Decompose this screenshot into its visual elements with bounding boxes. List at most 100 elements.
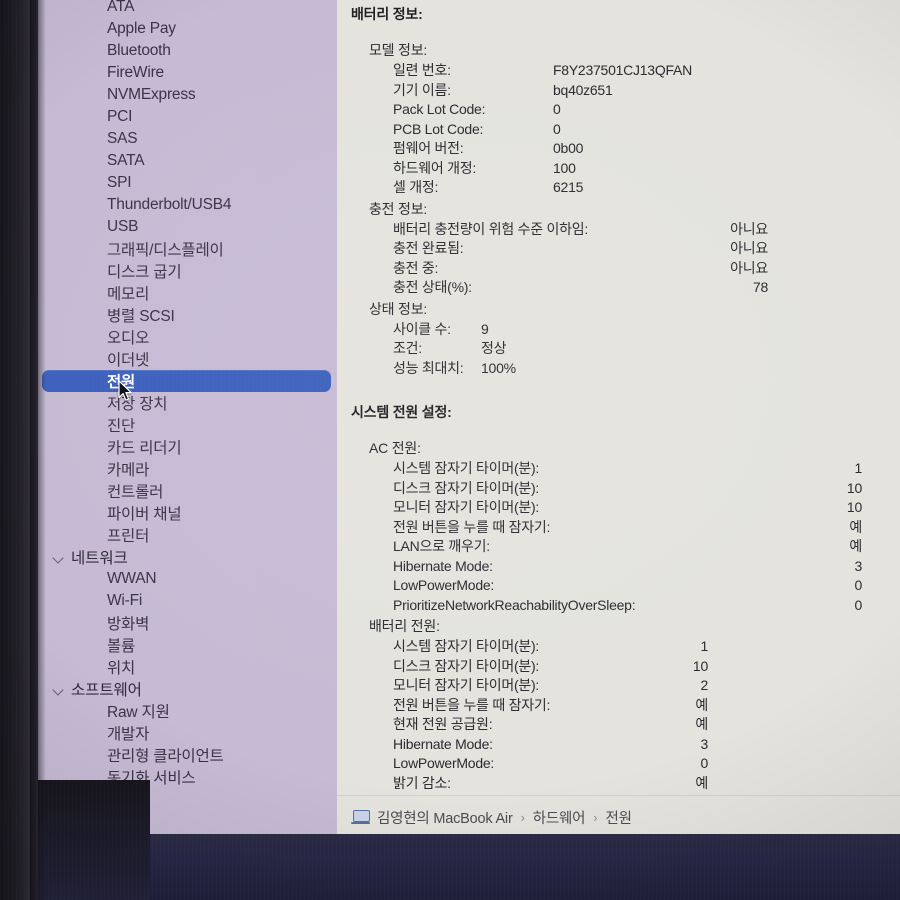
sidebar-item-Raw 지원[interactable]: Raw 지원	[42, 700, 331, 722]
sidebar-item-label: PCI	[107, 108, 133, 125]
info-row-key: 조건:	[393, 340, 422, 356]
info-row-key: 성능 최대치:	[393, 359, 464, 376]
breadcrumb-category[interactable]: 하드웨어	[533, 807, 586, 828]
sidebar-item-메모리[interactable]: 메모리	[42, 282, 331, 304]
sidebar-item-위치[interactable]: 위치	[42, 656, 331, 678]
breadcrumb-device[interactable]: 김영현의 MacBook Air	[377, 807, 513, 828]
sidebar-item-SAS[interactable]: SAS	[42, 128, 331, 150]
info-row-key: Pack Lot Code:	[393, 101, 486, 117]
sidebar-item-FireWire[interactable]: FireWire	[42, 62, 331, 84]
info-row: 충전 상태(%): 78	[393, 278, 768, 298]
sidebar-item-label: 병렬 SCSI	[107, 308, 175, 325]
sidebar-item-label: 카메라	[107, 462, 150, 479]
info-row-key: LowPowerMode:	[393, 577, 495, 593]
info-row-value: 10	[692, 657, 708, 674]
info-row-value: 예	[849, 538, 862, 554]
sidebar-item-Apple Pay[interactable]: Apple Pay	[42, 18, 331, 40]
info-row: 현재 전원 공급원: 예	[393, 715, 708, 735]
info-row-key: 충전 완료됨:	[393, 240, 464, 256]
info-row-key: PCB Lot Code:	[393, 120, 484, 137]
sidebar-item-label: 저장 장치	[107, 396, 168, 413]
sidebar-item-병렬 SCSI[interactable]: 병렬 SCSI	[42, 304, 331, 326]
chevron-right-icon: ›	[520, 809, 525, 825]
sidebar-item-볼륨[interactable]: 볼륨	[42, 634, 331, 656]
sidebar-item-컨트롤러[interactable]: 컨트롤러	[42, 480, 331, 502]
system-information-window: 하드웨어 ATA Apple Pay Bluetooth FireWire NVMExpr…	[36, 0, 900, 838]
sidebar-item-label: NVMExpress	[107, 86, 196, 103]
sidebar-item-ATA[interactable]: ATA	[42, 0, 331, 18]
info-row: 디스크 잠자기 타이머(분): 10	[393, 657, 708, 677]
sidebar-item-WWAN[interactable]: WWAN	[42, 568, 331, 590]
info-row: PrioritizeNetworkReachabilityOverSleep: 0	[393, 596, 862, 616]
sidebar-item-PCI[interactable]: PCI	[42, 106, 331, 128]
sidebar-item-label: 위치	[107, 660, 136, 677]
sidebar-item-디스크 굽기[interactable]: 디스크 굽기	[42, 260, 331, 282]
info-row: 디스크 잠자기 타이머(분): 10	[393, 479, 862, 499]
info-row: 성능 최대치: 100%	[393, 359, 886, 379]
sidebar-item-Bluetooth[interactable]: Bluetooth	[42, 40, 331, 62]
ac-power-rows: 시스템 잠자기 타이머(분): 1 디스크 잠자기 타이머(분): 10 모니터 잠자기…	[351, 459, 886, 615]
sidebar-item-진단[interactable]: 진단	[42, 414, 331, 436]
sidebar-item-오디오[interactable]: 오디오	[42, 326, 331, 348]
sidebar-list: 하드웨어ATAApple PayBluetoothFireWireNVMExpr…	[36, 0, 337, 820]
sidebar-group-label: 소프트웨어	[71, 682, 142, 699]
content-pane: 배터리 정보: 모델 정보: 일련 번호: F8Y237501CJ13QFAN 기기…	[337, 0, 900, 838]
sidebar-item-label: 볼륨	[107, 638, 136, 655]
info-row-value: 정상	[481, 340, 507, 356]
info-row-key: PrioritizeNetworkReachabilityOverSleep:	[393, 596, 636, 613]
breadcrumb-page[interactable]: 전원	[605, 807, 631, 828]
sidebar-item-label: WWAN	[107, 570, 157, 587]
sidebar-group-소프트웨어[interactable]: 소프트웨어	[36, 678, 337, 700]
info-row-key: 모니터 잠자기 타이머(분):	[393, 677, 540, 693]
sidebar-item-프린터[interactable]: 프린터	[42, 524, 331, 546]
sidebar-item-label: 파이버 채널	[107, 506, 182, 523]
laptop-icon	[351, 810, 370, 824]
sidebar-item-USB[interactable]: USB	[42, 216, 331, 238]
sidebar-item-개발자[interactable]: 개발자	[42, 722, 331, 744]
sidebar-item-Thunderbolt/USB4[interactable]: Thunderbolt/USB4	[42, 194, 331, 216]
info-row-key: 배터리 충전량이 위험 수준 이하임:	[393, 220, 589, 237]
sidebar-item-NVMExpress[interactable]: NVMExpress	[42, 84, 331, 106]
sidebar-item-그래픽/디스플레이[interactable]: 그래픽/디스플레이	[42, 238, 331, 260]
info-row-value: 아니요	[730, 220, 768, 237]
sidebar-item-카드 리더기[interactable]: 카드 리더기	[42, 436, 331, 458]
chevron-down-icon[interactable]	[52, 550, 67, 565]
info-row-key: 일련 번호:	[393, 62, 451, 78]
sidebar-group-label: 네트워크	[71, 550, 128, 567]
sidebar-item-전원[interactable]: 전원	[42, 370, 331, 392]
charge-info-heading: 충전 정보:	[369, 200, 428, 217]
info-row-key: 충전 중:	[393, 259, 439, 276]
sidebar-item-방화벽[interactable]: 방화벽	[42, 612, 331, 634]
sidebar-item-label: 오디오	[107, 330, 150, 347]
sidebar-item-label: 디스크 굽기	[107, 264, 182, 281]
info-row-value: 100	[553, 159, 576, 176]
breadcrumb: 김영현의 MacBook Air › 하드웨어 › 전원	[337, 795, 900, 838]
sidebar-item-저장 장치[interactable]: 저장 장치	[42, 392, 331, 414]
chevron-down-icon[interactable]	[52, 682, 67, 697]
sidebar-item-파이버 채널[interactable]: 파이버 채널	[42, 502, 331, 524]
info-row: 모니터 잠자기 타이머(분): 2	[393, 676, 708, 696]
info-row-value: 78	[752, 279, 768, 295]
info-row: Hibernate Mode: 3	[393, 557, 862, 577]
info-row-key: 모니터 잠자기 타이머(분):	[393, 499, 540, 515]
info-row: 시스템 잠자기 타이머(분): 1	[393, 459, 862, 479]
info-row-value: 예	[695, 774, 708, 791]
info-row-key: 펌웨어 버전:	[393, 140, 464, 156]
sidebar-item-label: 프린터	[107, 528, 150, 545]
info-row: 충전 중: 아니요	[393, 259, 768, 279]
sidebar-item-SATA[interactable]: SATA	[42, 150, 331, 172]
info-row-value: 10	[846, 499, 862, 515]
battery-section-title: 배터리 정보:	[351, 6, 423, 22]
sidebar-group-네트워크[interactable]: 네트워크	[36, 546, 337, 568]
sidebar[interactable]: 하드웨어ATAApple PayBluetoothFireWireNVMExpr…	[36, 0, 337, 838]
sidebar-item-Wi-Fi[interactable]: Wi-Fi	[42, 590, 331, 612]
sidebar-item-SPI[interactable]: SPI	[42, 172, 331, 194]
sidebar-item-카메라[interactable]: 카메라	[42, 458, 331, 480]
sidebar-item-이더넷[interactable]: 이더넷	[42, 348, 331, 370]
info-row-value: 아니요	[730, 240, 768, 256]
info-row-key: 전원 버튼을 누를 때 잠자기:	[393, 518, 551, 535]
sidebar-item-label: 방화벽	[107, 616, 150, 633]
sidebar-item-label: 이더넷	[107, 352, 150, 369]
sidebar-item-관리형 클라이언트[interactable]: 관리형 클라이언트	[42, 744, 331, 766]
report-body: 배터리 정보: 모델 정보: 일련 번호: F8Y237501CJ13QFAN 기기…	[337, 0, 900, 793]
